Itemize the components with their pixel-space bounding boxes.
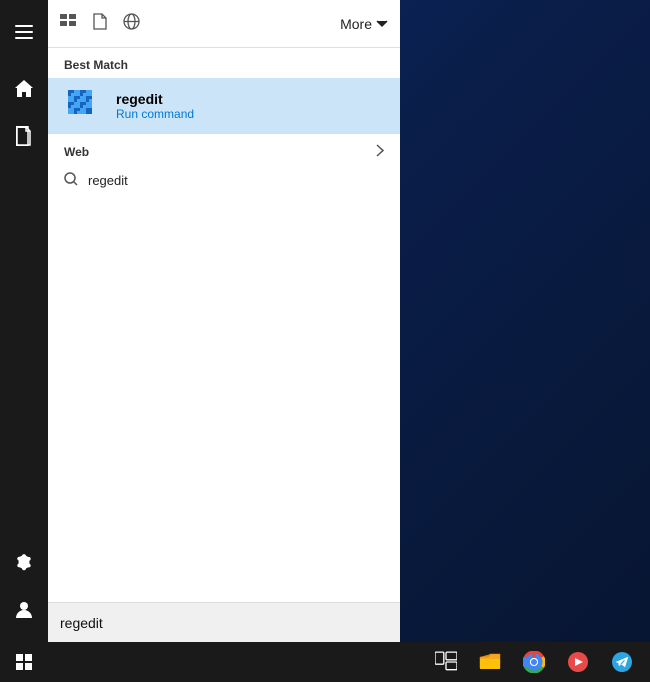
globe-tab-icon[interactable]: [123, 13, 140, 35]
start-button[interactable]: [0, 642, 48, 682]
sidebar-item-home[interactable]: [0, 64, 48, 112]
more-label: More: [340, 16, 372, 32]
app-info: regedit Run command: [116, 91, 194, 121]
taskbar-right: [426, 642, 650, 682]
task-view-button[interactable]: [426, 642, 466, 682]
sidebar-item-settings[interactable]: [0, 538, 48, 586]
search-panel: More Best match: [48, 0, 400, 642]
sidebar-item-hamburger[interactable]: [0, 8, 48, 56]
music-button[interactable]: [558, 642, 598, 682]
web-section-header: Web: [48, 134, 400, 166]
search-icon: [64, 172, 78, 189]
best-match-header: Best match: [48, 48, 400, 78]
telegram-button[interactable]: [602, 642, 642, 682]
taskbar: [0, 642, 650, 682]
sidebar: [0, 0, 48, 642]
sidebar-bottom: [0, 538, 48, 634]
sidebar-item-documents[interactable]: [0, 112, 48, 160]
top-bar-icons: [60, 13, 140, 35]
file-explorer-button[interactable]: [470, 642, 510, 682]
results-area: Best match: [48, 48, 400, 602]
chrome-button[interactable]: [514, 642, 554, 682]
web-search-item[interactable]: regedit: [48, 166, 400, 195]
document-tab-icon[interactable]: [93, 13, 107, 35]
best-match-item[interactable]: regedit Run command: [48, 78, 400, 134]
top-bar: More: [48, 0, 400, 48]
web-arrow-icon[interactable]: [376, 144, 384, 160]
search-box: [48, 602, 400, 642]
regedit-icon: [64, 86, 104, 126]
more-button[interactable]: More: [340, 16, 388, 32]
web-search-text: regedit: [88, 173, 128, 188]
web-label: Web: [64, 145, 89, 159]
app-type: Run command: [116, 107, 194, 121]
grid-view-icon[interactable]: [60, 14, 77, 34]
start-menu: More Best match: [0, 0, 400, 642]
sidebar-item-user[interactable]: [0, 586, 48, 634]
app-name: regedit: [116, 91, 194, 107]
search-input[interactable]: [60, 615, 388, 631]
